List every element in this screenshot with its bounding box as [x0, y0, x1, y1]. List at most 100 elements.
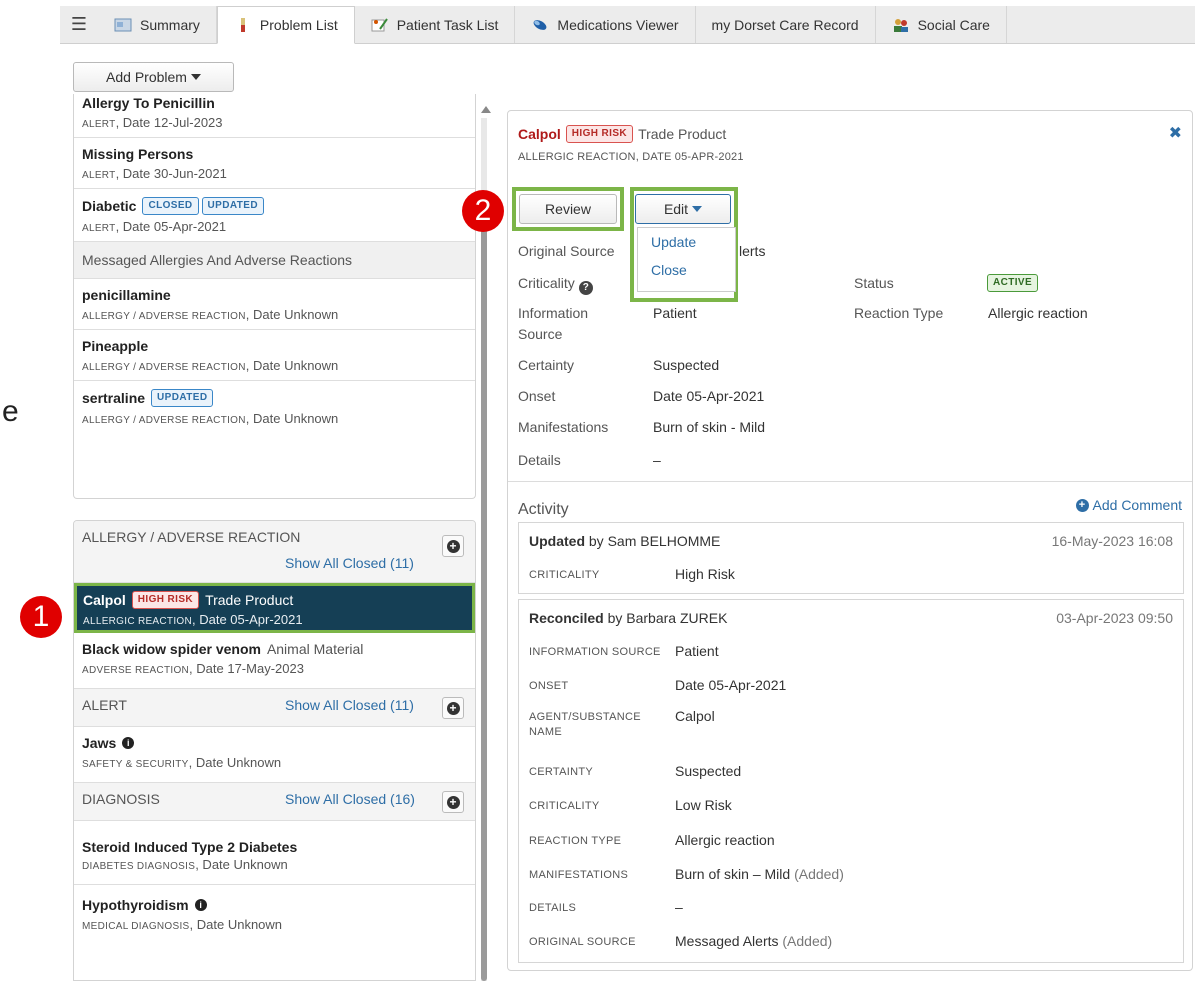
item-category: ALERT: [82, 223, 116, 234]
list-item[interactable]: Hypothyroidism i MEDICAL DIAGNOSIS, Date…: [74, 885, 475, 939]
tab-label: Social Care: [917, 16, 990, 33]
activity-field-key: DETAILS: [529, 902, 577, 914]
item-material: Animal Material: [266, 641, 364, 657]
activity-field-key: CRITICALITY: [529, 569, 600, 581]
certainty-label: Certainty: [518, 357, 575, 373]
show-all-closed-link[interactable]: Show All Closed (16): [285, 791, 415, 807]
category-allergy: ALLERGY / ADVERSE REACTION Show All Clos…: [74, 521, 475, 583]
information-source-label-2: Source: [518, 326, 563, 342]
list-item[interactable]: Allergy To Penicillin ALERT, Date 12-Jul…: [74, 94, 475, 138]
add-allergy-button[interactable]: +: [442, 535, 464, 557]
plus-icon: +: [446, 795, 460, 809]
help-icon[interactable]: ?: [578, 280, 593, 295]
category-diagnosis: DIAGNOSIS Show All Closed (16) +: [74, 783, 475, 821]
add-problem-button[interactable]: Add Problem: [73, 62, 234, 92]
item-date: , Date 05-Apr-2021: [115, 219, 227, 234]
activity-field-key: CRITICALITY: [529, 800, 600, 812]
list-item[interactable]: Black widow spider venom Animal Material…: [74, 633, 475, 689]
item-category: MEDICAL DIAGNOSIS: [82, 921, 190, 932]
activity-field-key: AGENT/SUBSTANCE: [529, 711, 641, 723]
tab-summary[interactable]: Summary: [98, 6, 217, 43]
details-value: –: [653, 452, 661, 468]
review-button[interactable]: Review: [519, 194, 617, 224]
list-item[interactable]: Diabetic CLOSED UPDATED ALERT, Date 05-A…: [74, 189, 475, 242]
activity-field-key: MANIFESTATIONS: [529, 869, 629, 881]
medications-icon: [534, 19, 547, 30]
item-material: Trade Product: [205, 592, 294, 608]
reaction-type-label: Reaction Type: [854, 305, 944, 321]
scroll-up-arrow-icon[interactable]: [481, 106, 491, 113]
caret-down-icon: [190, 74, 201, 80]
item-category: SAFETY & SECURITY: [82, 759, 189, 770]
activity-field-value: Patient: [675, 643, 719, 659]
activity-field-key: ONSET: [529, 680, 569, 692]
tab-patient-task-list[interactable]: Patient Task List: [355, 6, 516, 43]
activity-action: Reconciled: [529, 610, 604, 626]
menu-item-close[interactable]: Close: [638, 256, 735, 284]
list-item[interactable]: sertraline UPDATED ALLERGY / ADVERSE REA…: [74, 381, 475, 433]
item-date: , Date Unknown: [245, 307, 339, 322]
list-item[interactable]: Steroid Induced Type 2 Diabetes DIABETES…: [74, 821, 475, 885]
list-item[interactable]: Missing Persons ALERT, Date 30-Jun-2021: [74, 138, 475, 189]
add-comment-link[interactable]: + Add Comment: [1075, 497, 1182, 513]
activity-field-value: Date 05-Apr-2021: [675, 677, 787, 693]
plus-icon: +: [446, 539, 460, 553]
list-item[interactable]: penicillamine ALLERGY / ADVERSE REACTION…: [74, 279, 475, 330]
menu-icon[interactable]: ☰: [60, 6, 98, 43]
activity-field-value: Calpol: [675, 708, 715, 724]
tab-problem-list[interactable]: Problem List: [216, 6, 355, 44]
item-category: ALERT: [82, 119, 116, 130]
caret-down-icon: [692, 206, 703, 212]
list-item[interactable]: Jaws i SAFETY & SECURITY, Date Unknown: [74, 727, 475, 783]
item-category: ALERT: [82, 170, 116, 181]
activity-field-value: Low Risk: [675, 797, 732, 813]
details-label: Details: [518, 452, 561, 468]
category-label: ALLERGY / ADVERSE REACTION: [82, 529, 301, 545]
activity-card: Updated by Sam BELHOMME 16-May-2023 16:0…: [518, 522, 1184, 594]
item-category: DIABETES DIAGNOSIS: [82, 861, 196, 872]
detail-material: Trade Product: [638, 126, 727, 142]
step-marker-1: 1: [20, 596, 62, 638]
social-care-icon: [893, 18, 908, 32]
close-icon[interactable]: ✖: [1169, 123, 1182, 143]
divider: [508, 481, 1192, 482]
show-all-closed-link[interactable]: Show All Closed (11): [285, 555, 414, 571]
activity-field-value: High Risk: [675, 566, 735, 582]
activity-field-key: CERTAINTY: [529, 766, 594, 778]
info-icon[interactable]: i: [122, 737, 135, 749]
item-date: , Date Unknown: [189, 917, 283, 932]
tab-medications-viewer[interactable]: Medications Viewer: [515, 6, 696, 43]
activity-field-key: REACTION TYPE: [529, 835, 622, 847]
tab-social-care[interactable]: Social Care: [876, 6, 1007, 43]
activity-header: Reconciled by Barbara ZUREK: [529, 610, 727, 626]
detail-subtitle: ALLERGIC REACTION, DATE 05-APR-2021: [518, 151, 744, 163]
review-label: Review: [545, 201, 591, 217]
activity-field-key: INFORMATION SOURCE: [529, 646, 661, 658]
list-item[interactable]: Pineapple ALLERGY / ADVERSE REACTION, Da…: [74, 330, 475, 381]
plus-icon: +: [1075, 498, 1089, 512]
menu-item-update[interactable]: Update: [638, 228, 735, 256]
add-problem-label: Add Problem: [106, 69, 187, 85]
add-alert-button[interactable]: +: [442, 697, 464, 719]
activity-field-key: ORIGINAL SOURCE: [529, 936, 636, 948]
item-category: ALLERGY / ADVERSE REACTION: [82, 415, 246, 426]
show-all-closed-link[interactable]: Show All Closed (11): [285, 697, 414, 713]
tab-dorset-care-record[interactable]: my Dorset Care Record: [696, 6, 876, 43]
item-category: ALLERGY / ADVERSE REACTION: [82, 362, 246, 373]
task-list-icon: [371, 17, 388, 31]
summary-icon: [114, 18, 132, 31]
list-item-selected[interactable]: Calpol HIGH RISK Trade Product ALLERGIC …: [74, 583, 475, 633]
scrollbar-thumb[interactable]: [481, 225, 487, 981]
activity-header: Updated by Sam BELHOMME: [529, 533, 720, 549]
category-alert: ALERT Show All Closed (11) +: [74, 689, 475, 727]
info-icon[interactable]: i: [194, 899, 207, 911]
activity-author: by Barbara ZUREK: [607, 610, 728, 626]
activity-field-value: Allergic reaction: [675, 832, 775, 848]
add-diagnosis-button[interactable]: +: [442, 791, 464, 813]
edit-button[interactable]: Edit: [635, 194, 731, 224]
item-title: Steroid Induced Type 2 Diabetes: [82, 839, 298, 855]
item-title: penicillamine: [82, 287, 171, 303]
tab-label: my Dorset Care Record: [711, 16, 859, 33]
activity-added-note: (Added): [794, 866, 844, 882]
activity-timestamp: 03-Apr-2023 09:50: [1056, 610, 1173, 626]
